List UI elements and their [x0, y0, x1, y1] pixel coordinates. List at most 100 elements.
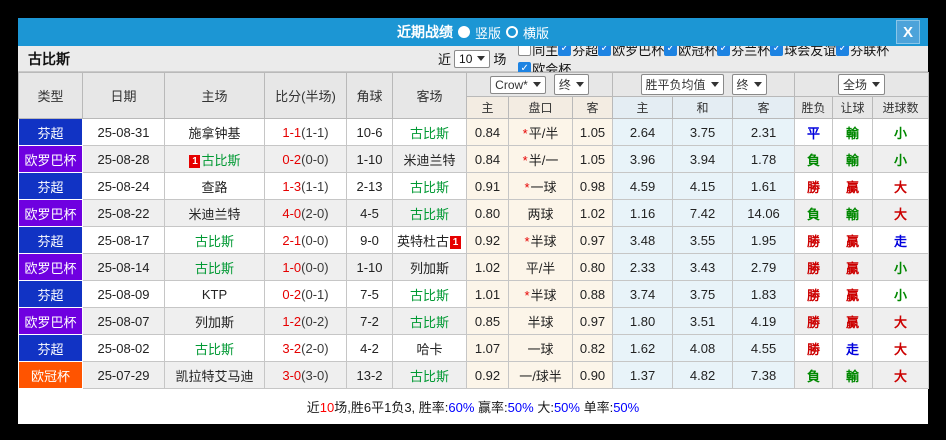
result-goals-cell: 大	[872, 307, 930, 335]
red-card-icon: 1	[450, 235, 461, 249]
horizontal-layout-label[interactable]: 横版	[523, 23, 549, 42]
result-handicap-cell: 贏	[832, 226, 874, 254]
league-badge: 欧罗巴杯	[18, 253, 83, 281]
avg-lose-cell: 2.79	[732, 253, 796, 281]
titlebar: 近期战绩 竖版 横版 X	[18, 18, 928, 46]
close-button[interactable]: X	[896, 20, 920, 44]
result-outcome-cell: 平	[794, 118, 834, 146]
match-row: 欧罗巴杯 25-08-28 1 古比斯 0-2(0-0) 1-10 米迪兰特 0.…	[18, 145, 930, 173]
result-outcome-cell: 勝	[794, 253, 834, 281]
home-team-cell: 列加斯	[164, 307, 265, 335]
sub-header-avg-win: 主	[612, 96, 674, 119]
avg-win-cell: 2.33	[612, 253, 674, 281]
date-cell: 25-08-14	[82, 253, 165, 281]
corner-cell: 10-6	[346, 118, 393, 146]
date-cell: 25-08-17	[82, 226, 165, 254]
match-row: 欧罗巴杯 25-08-14 古比斯 1-0(0-0) 1-10 列加斯 1.02…	[18, 253, 930, 281]
recent-label: 近	[438, 52, 452, 67]
red-card-icon: 1	[189, 154, 201, 168]
league-badge: 芬超	[18, 172, 83, 200]
result-handicap-cell: 輸	[832, 361, 874, 389]
match-row: 欧罗巴杯 25-08-07 列加斯 1-2(0-2) 7-2 古比斯 0.85 …	[18, 307, 930, 335]
score-cell: 1-2(0-2)	[264, 307, 347, 335]
avg-win-cell: 3.96	[612, 145, 674, 173]
match-row: 芬超 25-08-09 KTP 0-2(0-1) 7-5 古比斯 1.01 *半…	[18, 280, 930, 308]
result-handicap-cell: 贏	[832, 253, 874, 281]
recent-results-panel: 近期战绩 竖版 横版 X 古比斯 近 10 场 ✓	[18, 18, 930, 424]
handicap-cell: *半球	[508, 280, 573, 308]
odds-home-cell: 0.84	[466, 145, 509, 173]
handicap-star-icon: *	[522, 152, 528, 168]
avg-lose-cell: 4.19	[732, 307, 796, 335]
title-group: 近期战绩 竖版 横版	[397, 22, 549, 42]
away-team-cell: 古比斯	[392, 361, 467, 389]
corner-cell: 1-10	[346, 253, 393, 281]
avg-lose-cell: 7.38	[732, 361, 796, 389]
handicap-cell: 半球	[508, 307, 573, 335]
odds-away-cell: 1.05	[571, 145, 614, 173]
away-team-cell: 哈卡	[392, 334, 467, 362]
match-row: 芬超 25-08-31 施拿钟基 1-1(1-1) 10-6 古比斯 0.84 …	[18, 118, 930, 146]
home-team-cell: 古比斯	[164, 253, 265, 281]
date-cell: 25-08-31	[82, 118, 165, 146]
avg-lose-cell: 4.55	[732, 334, 796, 362]
recent-count-select[interactable]: 10	[454, 49, 491, 68]
chevron-down-icon	[753, 82, 762, 87]
odds-home-cell: 1.07	[466, 334, 509, 362]
score-cell: 3-0(3-0)	[264, 361, 347, 389]
handicap-cell: 两球	[508, 199, 573, 227]
home-team-cell: 1 古比斯	[164, 145, 265, 173]
avg-win-cell: 1.37	[612, 361, 674, 389]
result-goals-cell: 小	[872, 118, 930, 146]
result-handicap-cell: 輸	[832, 145, 874, 173]
away-team-cell: 古比斯	[392, 172, 467, 200]
result-handicap-cell: 輸	[832, 199, 874, 227]
avg-group-header: 胜平负均值 终	[612, 72, 796, 97]
odds-home-cell: 0.80	[466, 199, 509, 227]
away-team-cell: 英特杜古 1	[392, 226, 467, 254]
date-cell: 25-08-07	[82, 307, 165, 335]
away-team-cell: 米迪兰特	[392, 145, 467, 173]
col-header-type: 类型	[18, 72, 83, 119]
chevron-down-icon	[872, 82, 881, 87]
result-scope-select[interactable]: 全场	[838, 74, 886, 95]
corner-cell: 1-10	[346, 145, 393, 173]
result-outcome-cell: 負	[794, 361, 834, 389]
away-team-cell: 古比斯	[392, 307, 467, 335]
handicap-cell: *半球	[508, 226, 573, 254]
vertical-layout-label[interactable]: 竖版	[475, 23, 501, 42]
corner-cell: 4-5	[346, 199, 393, 227]
corner-cell: 9-0	[346, 226, 393, 254]
sub-header-handicap-result: 让球	[832, 96, 874, 119]
horizontal-layout-radio[interactable]	[506, 26, 518, 38]
result-goals-cell: 走	[872, 226, 930, 254]
filter-bar: 古比斯 近 10 场 ✓ 同主 ✓ 芬超 ✓ 欧罗巴杯 ✓ 欧	[18, 42, 928, 77]
avg-draw-cell: 3.51	[672, 307, 734, 335]
result-goals-cell: 小	[872, 280, 930, 308]
result-outcome-cell: 勝	[794, 172, 834, 200]
result-goals-cell: 小	[872, 253, 930, 281]
handicap-cell: 一球	[508, 334, 573, 362]
col-header-away: 客场	[392, 72, 467, 119]
result-outcome-cell: 勝	[794, 307, 834, 335]
league-badge: 欧罗巴杯	[18, 307, 83, 335]
avg-win-cell: 4.59	[612, 172, 674, 200]
sub-header-avg-lose: 客	[732, 96, 796, 119]
sub-header-odds-away: 客	[571, 96, 614, 119]
league-badge: 欧罗巴杯	[18, 145, 83, 173]
recent-suffix-label: 场	[493, 52, 507, 67]
avg-draw-cell: 4.82	[672, 361, 734, 389]
odds-away-cell: 1.02	[571, 199, 614, 227]
handicap-cell: *一球	[508, 172, 573, 200]
avg-time-select[interactable]: 终	[731, 74, 767, 95]
odds-time-select[interactable]: 终	[553, 74, 589, 95]
vertical-layout-radio[interactable]	[457, 26, 470, 38]
avg-win-cell: 3.48	[612, 226, 674, 254]
col-header-date: 日期	[82, 72, 165, 119]
col-header-corner: 角球	[346, 72, 393, 119]
corner-cell: 4-2	[346, 334, 393, 362]
odds-company-select[interactable]: Crow*	[490, 75, 546, 94]
sub-header-goals-result: 进球数	[872, 96, 930, 119]
date-cell: 25-07-29	[82, 361, 165, 389]
avg-odds-select[interactable]: 胜平负均值	[640, 74, 724, 95]
